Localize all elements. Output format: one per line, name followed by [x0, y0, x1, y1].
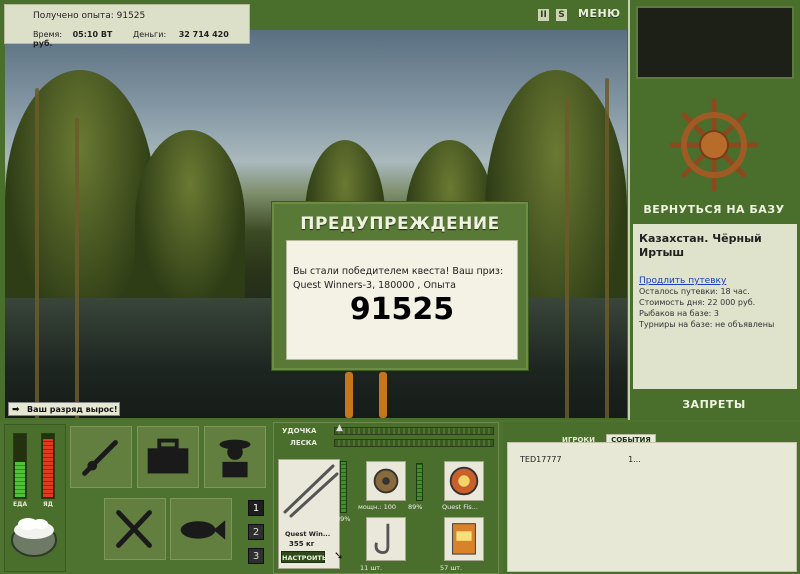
- reel-icon: [373, 468, 399, 494]
- reed-stalk: [35, 88, 39, 418]
- chat-panel: ИГРОКИ СОБЫТИЯ TED17777 1...: [503, 422, 800, 574]
- pause-button[interactable]: II: [538, 9, 549, 21]
- rod-name: Quest Win...: [285, 530, 331, 538]
- warning-message: Вы стали победителем квеста! Ваш приз: Q…: [293, 266, 504, 291]
- experience-value: 91525: [116, 11, 146, 21]
- chat-list: TED17777 1...: [507, 442, 797, 572]
- reed-stalk: [565, 98, 569, 418]
- rod-tile[interactable]: [70, 426, 132, 488]
- rod-handle-left[interactable]: [345, 372, 353, 418]
- arrow-right-icon: ➡: [12, 405, 20, 415]
- health-gauge: [41, 433, 55, 499]
- line-name: Quest Fis...: [442, 503, 478, 511]
- reed-stalk: [75, 118, 79, 418]
- reeds-left-mid: [135, 130, 245, 310]
- fisherman-icon: [219, 439, 251, 478]
- knife-fork-icon: [116, 510, 152, 548]
- time-label: Время:: [33, 30, 63, 39]
- money-value: 32 714 420 руб.: [33, 30, 229, 48]
- rank-notice[interactable]: ➡ Ваш разряд вырос!: [8, 402, 120, 416]
- arrow-down-right-icon: ➘: [334, 549, 344, 562]
- hook-slot[interactable]: [366, 517, 406, 561]
- warning-amount: 91525: [349, 292, 455, 327]
- tournaments-info: Турниры на базе: не объявлены: [639, 320, 775, 329]
- health-gauge-fill: [43, 439, 53, 497]
- return-to-base-button[interactable]: ВЕРНУТЬСЯ НА БАЗУ: [632, 203, 796, 216]
- rod-percent: 89%: [336, 515, 351, 523]
- rod-tension-bar: [334, 427, 494, 435]
- tackle-box-icon: [147, 438, 189, 474]
- minimap[interactable]: [636, 6, 794, 79]
- list-item[interactable]: TED17777 1...: [520, 455, 641, 464]
- warning-dialog[interactable]: ПРЕДУПРЕЖДЕНИЕ Вы стали победителем квес…: [272, 202, 528, 370]
- hook-icon: [374, 523, 390, 554]
- fishers-count: Рыбаков на базе: 3: [639, 309, 719, 318]
- experience-label: Получено опыта:: [33, 11, 114, 21]
- bait-slot[interactable]: [444, 517, 484, 561]
- line-spool-icon: [449, 466, 479, 496]
- food-tile[interactable]: [104, 498, 166, 560]
- hud-info: Получено опыта: 91525 Время: 05:10 ВТ Де…: [4, 4, 250, 48]
- player-name: TED17777: [520, 455, 562, 464]
- setup-button[interactable]: НАСТРОИТЬ: [281, 551, 327, 563]
- rod-icon: [283, 464, 339, 518]
- health-label: ЯД: [43, 501, 53, 508]
- menu-button[interactable]: МЕНЮ: [578, 7, 621, 20]
- reel-slot[interactable]: [366, 461, 406, 501]
- page-3-button[interactable]: 3: [248, 548, 264, 564]
- day-cost: Стоимость дня: 22 000 руб.: [639, 298, 756, 307]
- food-gauge: [13, 433, 27, 499]
- player-value: 1...: [628, 455, 641, 464]
- reeds-left: [5, 70, 155, 330]
- reel-percent: 89%: [408, 503, 423, 511]
- hooks-count: 11 шт.: [360, 564, 383, 572]
- reel-power: мощн.: 100: [358, 503, 396, 511]
- line-tension-bar: [334, 439, 494, 447]
- page-2-button[interactable]: 2: [248, 524, 264, 540]
- bait-pack-icon: [452, 523, 476, 555]
- reed-stalk: [605, 78, 609, 418]
- ship-wheel-icon[interactable]: [668, 95, 760, 195]
- experience-row: Получено опыта: 91525: [33, 11, 145, 21]
- fish-icon: [180, 520, 226, 540]
- tension-pointer-icon: ▲: [336, 423, 343, 433]
- base-info-panel: Казахстан. Чёрный Иртыш Продлить путевку…: [633, 224, 797, 389]
- rod-weight: 355 кг: [289, 540, 315, 548]
- fish-tile[interactable]: [170, 498, 232, 560]
- rank-notice-text: Ваш разряд вырос!: [27, 405, 118, 414]
- rod-wear-bar: [340, 461, 347, 513]
- bait-count: 57 шт.: [440, 564, 463, 572]
- tackle-box-tile[interactable]: [137, 426, 199, 488]
- time-value: 05:10 ВТ: [72, 30, 113, 39]
- cooking-pot-icon[interactable]: [8, 510, 60, 560]
- time-money-row: Время: 05:10 ВТ Деньги: 32 714 420 руб.: [33, 30, 249, 48]
- line-tension-label: ЛЕСКА: [290, 439, 317, 447]
- extend-voucher-link[interactable]: Продлить путевку: [639, 276, 791, 286]
- rod-tension-label: УДОЧКА: [282, 427, 317, 435]
- line-slot[interactable]: [444, 461, 484, 501]
- sound-button[interactable]: S: [556, 9, 567, 21]
- location-title: Казахстан. Чёрный Иртыш: [639, 232, 762, 259]
- money-label: Деньги:: [132, 30, 167, 39]
- fishing-rod-icon: [82, 440, 118, 476]
- game-screen: Получено опыта: 91525 Время: 05:10 ВТ Де…: [0, 0, 800, 574]
- bans-button[interactable]: ЗАПРЕТЫ: [632, 398, 796, 411]
- food-label: ЕДА: [13, 501, 28, 508]
- rod-handle-right[interactable]: [379, 372, 387, 418]
- warning-title: ПРЕДУПРЕЖДЕНИЕ: [300, 214, 500, 234]
- voucher-left: Осталось путевки: 18 час.: [639, 287, 750, 296]
- page-1-button[interactable]: 1: [248, 500, 264, 516]
- food-gauge-fill: [15, 461, 25, 497]
- reel-wear-bar: [416, 463, 423, 501]
- fisherman-tile[interactable]: [204, 426, 266, 488]
- warning-body: Вы стали победителем квеста! Ваш приз: Q…: [286, 240, 518, 360]
